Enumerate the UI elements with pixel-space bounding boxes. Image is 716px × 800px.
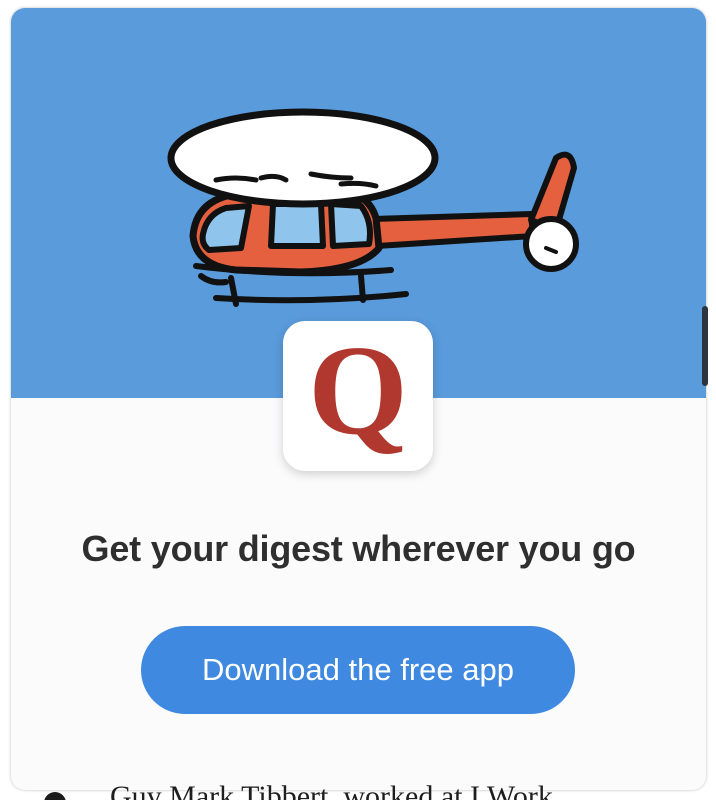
scroll-handle[interactable] <box>702 306 708 386</box>
avatar <box>44 792 66 800</box>
app-promo-card: Q Get your digest wherever you go Downlo… <box>11 8 706 790</box>
app-logo-tile: Q <box>283 321 433 471</box>
feed-item-partial: Guy Mark Tibbert, worked at I Work <box>0 784 716 800</box>
promo-headline: Get your digest wherever you go <box>81 528 636 569</box>
download-app-button[interactable]: Download the free app <box>141 626 575 714</box>
feed-author-line: Guy Mark Tibbert, worked at I Work <box>110 784 553 800</box>
quora-logo-icon: Q <box>308 319 408 461</box>
